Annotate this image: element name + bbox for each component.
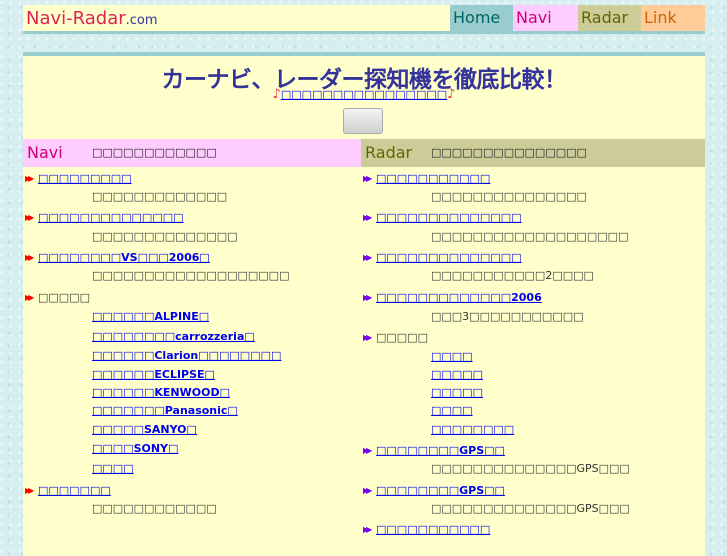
site-header: Navi-Radar.com Home Navi Radar Link: [23, 5, 705, 34]
navi-maker-link[interactable]: □□□□: [92, 461, 134, 477]
radar-section-header: Radar □□□□□□□□□□□□□□□: [361, 139, 705, 167]
radar-maker-link[interactable]: □□□□□: [431, 385, 483, 401]
logo-text: Navi-Radar: [26, 8, 126, 29]
double-arrow-icon: ▶▶: [363, 446, 372, 455]
radar-item-link[interactable]: □□□□□□□□□□□: [376, 172, 490, 185]
nav-tab-home[interactable]: Home: [450, 5, 513, 31]
subtitle-link[interactable]: □□□□□□□□□□□□□□□□: [281, 88, 447, 101]
navi-section-header: Navi □□□□□□□□□□□□: [23, 139, 361, 167]
navi-makers-label: ▶▶ □□□□□: [25, 290, 90, 306]
logo-suffix: .com: [125, 13, 158, 28]
navi-item-link[interactable]: □□□□□□□□□: [38, 172, 132, 185]
radar-item-desc: □□□□□□□□□□□□□□GPS□□□: [431, 502, 630, 515]
radar-maker-link[interactable]: □□□□: [431, 349, 473, 365]
radar-item: ▶▶ □□□□□□□□□□□□□□: [363, 210, 522, 226]
navi-maker-link[interactable]: □□□□□□Clarion□□□□□□□□: [92, 348, 281, 364]
navi-item: ▶▶ □□□□□□□□□: [25, 171, 132, 187]
radar-item-desc: □□□□□□□□□□□□□□□□□□□: [431, 230, 629, 243]
form-button[interactable]: [343, 108, 383, 134]
navi-item-link[interactable]: □□□□□□□: [38, 484, 111, 497]
main-panel: カーナビ、レーダー探知機を徹底比較！ ♪□□□□□□□□□□□□□□□□♪ Na…: [23, 52, 705, 556]
navi-item-desc: □□□□□□□□□□□□□□: [92, 230, 238, 243]
double-arrow-icon: ▶▶: [363, 253, 372, 262]
navi-item-desc: □□□□□□□□□□□□□: [92, 190, 228, 203]
navi-item: ▶▶ □□□□□□□□VS□□□2006□: [25, 250, 210, 266]
radar-makers-label: ▶▶ □□□□□: [363, 330, 428, 346]
radar-item-desc: □□□□□□□□□□□□□□□: [431, 190, 587, 203]
double-arrow-icon: ▶▶: [363, 213, 372, 222]
radar-item: ▶▶ □□□□□□□□□□□□□2006: [363, 290, 542, 306]
radar-maker-link[interactable]: □□□□: [431, 403, 473, 419]
navi-maker-link[interactable]: □□□□SONY□: [92, 441, 178, 457]
radar-heading: Radar: [365, 143, 413, 162]
navi-heading: Navi: [27, 143, 63, 162]
navi-maker-link[interactable]: □□□□□□□□carrozzeria□: [92, 329, 255, 345]
makers-label-text: □□□□□: [376, 331, 428, 344]
music-note-icon: ♪: [272, 87, 281, 102]
navi-item-desc: □□□□□□□□□□□□□□□□□□□: [92, 269, 290, 282]
makers-label-text: □□□□□: [38, 291, 90, 304]
double-arrow-icon: ▶▶: [25, 213, 34, 222]
radar-maker-link[interactable]: □□□□□□□□: [431, 422, 514, 438]
subtitle-line: ♪□□□□□□□□□□□□□□□□♪: [23, 87, 705, 102]
nav-tab-link[interactable]: Link: [641, 5, 705, 31]
radar-item-link[interactable]: □□□□□□□□□□□□□□: [376, 211, 522, 224]
navi-item-link[interactable]: □□□□□□□□VS□□□2006□: [38, 251, 210, 264]
nav-tab-radar[interactable]: Radar: [578, 5, 641, 31]
double-arrow-icon: ▶▶: [363, 333, 372, 342]
double-arrow-icon: ▶▶: [25, 486, 34, 495]
radar-item-desc: □□□□□□□□□□□□□□GPS□□□: [431, 462, 630, 475]
navi-heading-desc: □□□□□□□□□□□□: [92, 146, 217, 159]
navi-maker-link[interactable]: □□□□□□KENWOOD□: [92, 385, 230, 401]
radar-heading-desc: □□□□□□□□□□□□□□□: [431, 146, 587, 159]
radar-item-link[interactable]: □□□□□□□□GPS□□: [376, 484, 505, 497]
radar-maker-link[interactable]: □□□□□: [431, 367, 483, 383]
radar-item-desc: □□□□□□□□□□□2□□□□: [431, 269, 594, 282]
navi-item: ▶▶ □□□□□□□□□□□□□□: [25, 210, 184, 226]
navi-item: ▶▶ □□□□□□□: [25, 483, 111, 499]
double-arrow-icon: ▶▶: [363, 293, 372, 302]
navi-item-desc: □□□□□□□□□□□□: [92, 502, 217, 515]
radar-item: ▶▶ □□□□□□□□□□□□□□: [363, 250, 522, 266]
radar-item: ▶▶ □□□□□□□□□□□: [363, 171, 490, 187]
music-note-icon: ♪: [447, 87, 456, 102]
radar-item-link[interactable]: □□□□□□□□GPS□□: [376, 444, 505, 457]
radar-item-desc: □□□3□□□□□□□□□□□: [431, 310, 584, 323]
double-arrow-icon: ▶▶: [363, 174, 372, 183]
radar-item-link[interactable]: □□□□□□□□□□□□□2006: [376, 291, 542, 304]
navi-maker-link[interactable]: □□□□□□ALPINE□: [92, 309, 209, 325]
double-arrow-icon: ▶▶: [25, 174, 34, 183]
radar-item-link[interactable]: □□□□□□□□□□□□□□: [376, 251, 522, 264]
double-arrow-icon: ▶▶: [363, 525, 372, 534]
radar-item: ▶▶ □□□□□□□□GPS□□: [363, 483, 505, 499]
site-logo[interactable]: Navi-Radar.com: [26, 8, 158, 29]
double-arrow-icon: ▶▶: [25, 253, 34, 262]
radar-item-link[interactable]: □□□□□□□□□□□: [376, 523, 490, 536]
nav-tab-navi[interactable]: Navi: [513, 5, 578, 31]
navi-maker-link[interactable]: □□□□□□□Panasonic□: [92, 403, 238, 419]
navi-maker-link[interactable]: □□□□□□ECLIPSE□: [92, 367, 215, 383]
radar-item: ▶▶ □□□□□□□□□□□: [363, 522, 490, 538]
double-arrow-icon: ▶▶: [25, 293, 34, 302]
radar-item: ▶▶ □□□□□□□□GPS□□: [363, 443, 505, 459]
navi-item-link[interactable]: □□□□□□□□□□□□□□: [38, 211, 184, 224]
navi-maker-link[interactable]: □□□□□SANYO□: [92, 422, 197, 438]
double-arrow-icon: ▶▶: [363, 486, 372, 495]
